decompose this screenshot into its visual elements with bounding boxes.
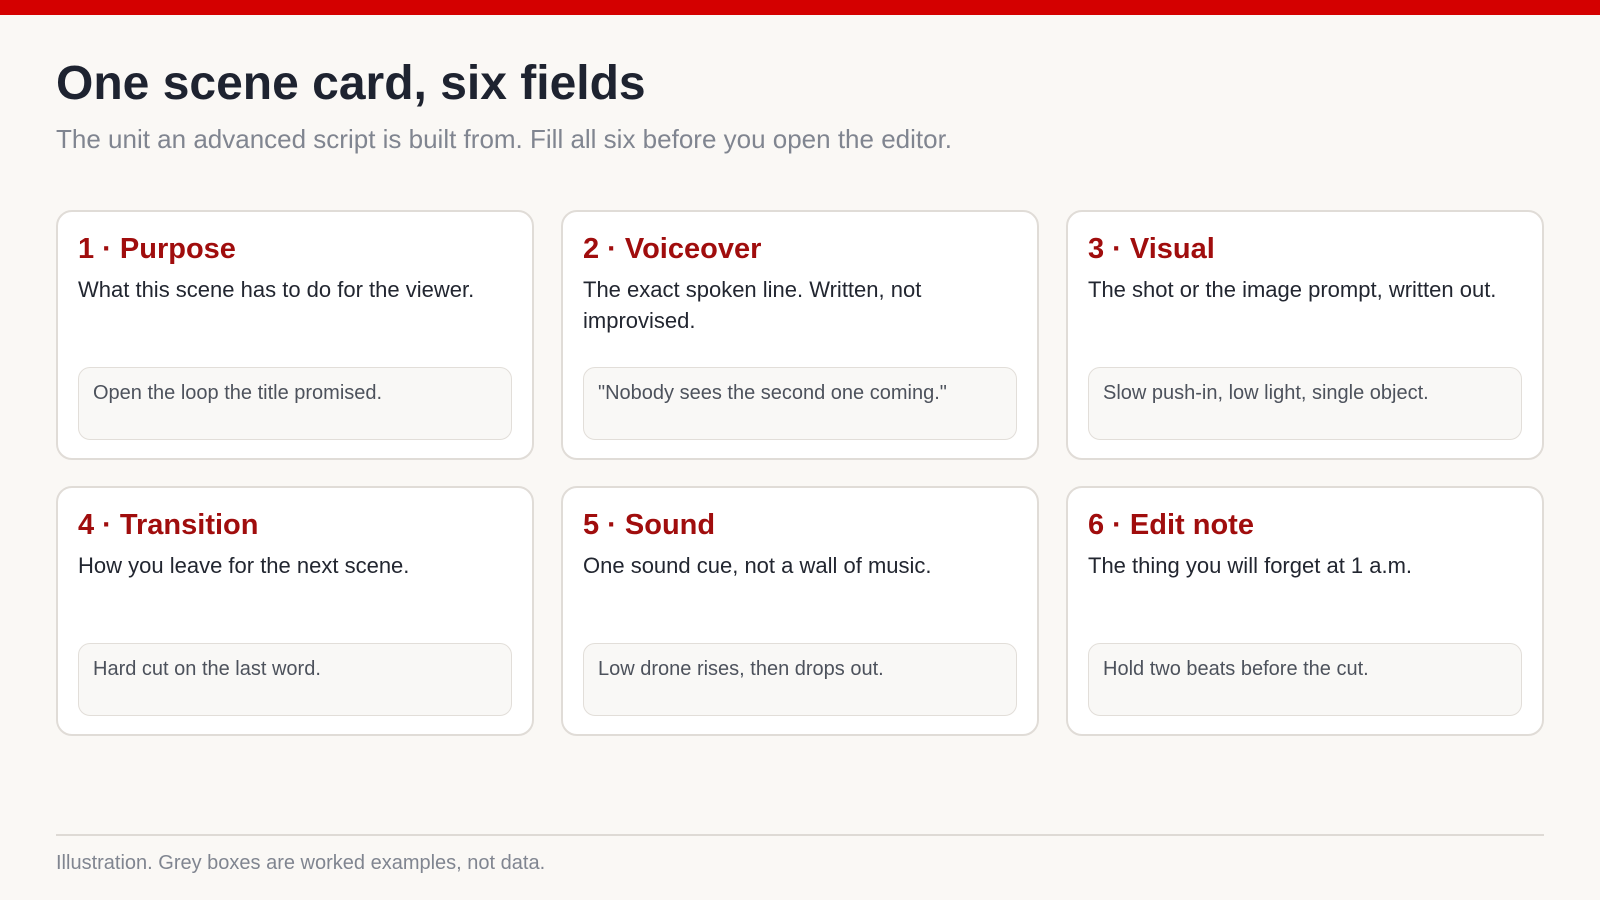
- field-example-box: "Nobody sees the second one coming.": [583, 367, 1017, 440]
- field-card-voiceover: 2 · Voiceover The exact spoken line. Wri…: [561, 210, 1039, 460]
- field-heading: 6 · Edit note: [1088, 509, 1254, 541]
- field-description: The exact spoken line. Written, not impr…: [583, 276, 922, 333]
- field-card-sound: 5 · Sound One sound cue, not a wall of m…: [561, 486, 1039, 736]
- field-card-transition: 4 · Transition How you leave for the nex…: [56, 486, 534, 736]
- field-example-box: Low drone rises, then drops out.: [583, 643, 1017, 716]
- field-description: The thing you will forget at 1 a.m.: [1088, 552, 1413, 578]
- footer-note: Illustration. Grey boxes are worked exam…: [56, 852, 546, 874]
- field-heading: 3 · Visual: [1088, 233, 1215, 265]
- field-description: One sound cue, not a wall of music.: [583, 552, 932, 578]
- page-title: One scene card, six fields: [56, 57, 646, 110]
- field-example-box: Hold two beats before the cut.: [1088, 643, 1522, 716]
- field-card-edit-note: 6 · Edit note The thing you will forget …: [1066, 486, 1544, 736]
- field-example-box: Hard cut on the last word.: [78, 643, 512, 716]
- field-heading: 5 · Sound: [583, 509, 716, 541]
- field-card-purpose: 1 · Purpose What this scene has to do fo…: [56, 210, 534, 460]
- field-example-box: Open the loop the title promised.: [78, 367, 512, 440]
- footer-divider: [56, 834, 1544, 836]
- field-example-box: Slow push-in, low light, single object.: [1088, 367, 1522, 440]
- field-heading: 4 · Transition: [78, 509, 259, 541]
- field-description: The shot or the image prompt, written ou…: [1088, 276, 1497, 302]
- field-heading: 2 · Voiceover: [583, 233, 762, 265]
- field-description: How you leave for the next scene.: [78, 552, 410, 578]
- field-heading: 1 · Purpose: [78, 233, 236, 265]
- top-accent-bar: [0, 0, 1600, 15]
- field-description: What this scene has to do for the viewer…: [78, 276, 475, 302]
- page-subtitle: The unit an advanced script is built fro…: [56, 124, 953, 154]
- scene-card-grid: 1 · Purpose What this scene has to do fo…: [56, 210, 1544, 736]
- field-card-visual: 3 · Visual The shot or the image prompt,…: [1066, 210, 1544, 460]
